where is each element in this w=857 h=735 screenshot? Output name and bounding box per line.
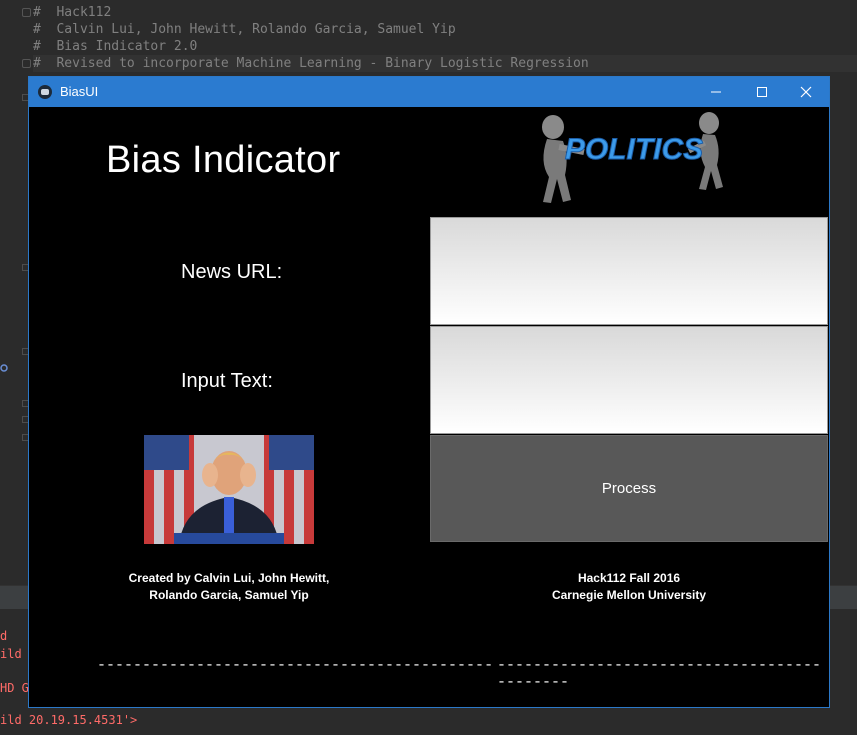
result-placeholder-left: ----------------------------------------… <box>97 657 494 674</box>
console-line: ild <box>0 647 22 661</box>
process-button-label: Process <box>601 480 657 497</box>
fold-marker[interactable] <box>22 8 31 17</box>
process-button[interactable]: Process <box>430 435 828 542</box>
news-url-input[interactable] <box>430 217 828 325</box>
code-line: # Calvin Lui, John Hewitt, Rolando Garci… <box>33 22 456 37</box>
result-placeholder-right: ----------------------------------------… <box>497 657 822 691</box>
code-line: # Bias Indicator 2.0 <box>33 39 198 54</box>
console-line: d <box>0 629 8 643</box>
close-icon <box>800 86 812 98</box>
credits-authors-line1: Created by Calvin Lui, John Hewitt, <box>128 571 330 585</box>
page-title: Bias Indicator <box>106 139 341 181</box>
fold-marker[interactable] <box>22 59 31 68</box>
biasui-window: BiasUI Bias Indicator POLITICS News URL:… <box>28 76 830 708</box>
code-line: # Hack112 <box>33 5 112 20</box>
close-button[interactable] <box>783 77 829 107</box>
window-title: BiasUI <box>60 84 99 99</box>
news-url-label: News URL: <box>181 261 283 283</box>
credits-event-line2: Carnegie Mellon University <box>551 588 707 602</box>
credits-event: Hack112 Fall 2016 Carnegie Mellon Univer… <box>509 570 749 604</box>
credits-authors-line2: Rolando Garcia, Samuel Yip <box>149 588 309 602</box>
window-titlebar[interactable]: BiasUI <box>29 77 829 107</box>
politics-image-text: POLITICS <box>565 133 703 166</box>
breakpoint-icon[interactable] <box>0 362 10 376</box>
credits-event-line1: Hack112 Fall 2016 <box>577 571 681 585</box>
credits-authors: Created by Calvin Lui, John Hewitt, Rola… <box>109 570 349 604</box>
minimize-button[interactable] <box>693 77 739 107</box>
input-text-field[interactable] <box>430 326 828 434</box>
politics-image: POLITICS <box>542 112 723 203</box>
maximize-button[interactable] <box>739 77 785 107</box>
app-icon <box>38 85 52 99</box>
input-text-label: Input Text: <box>181 370 273 392</box>
console-line: HD G <box>0 681 29 695</box>
ide-code-editor: # Hack112 # Calvin Lui, John Hewitt, Rol… <box>0 0 857 80</box>
app-content: Bias Indicator POLITICS News URL: Input … <box>29 107 829 707</box>
code-line: # Revised to incorporate Machine Learnin… <box>33 55 857 72</box>
trump-photo <box>144 435 314 544</box>
console-line: ild 20.19.15.4531'> <box>0 713 138 727</box>
maximize-icon <box>757 87 767 97</box>
minimize-icon <box>711 91 721 93</box>
